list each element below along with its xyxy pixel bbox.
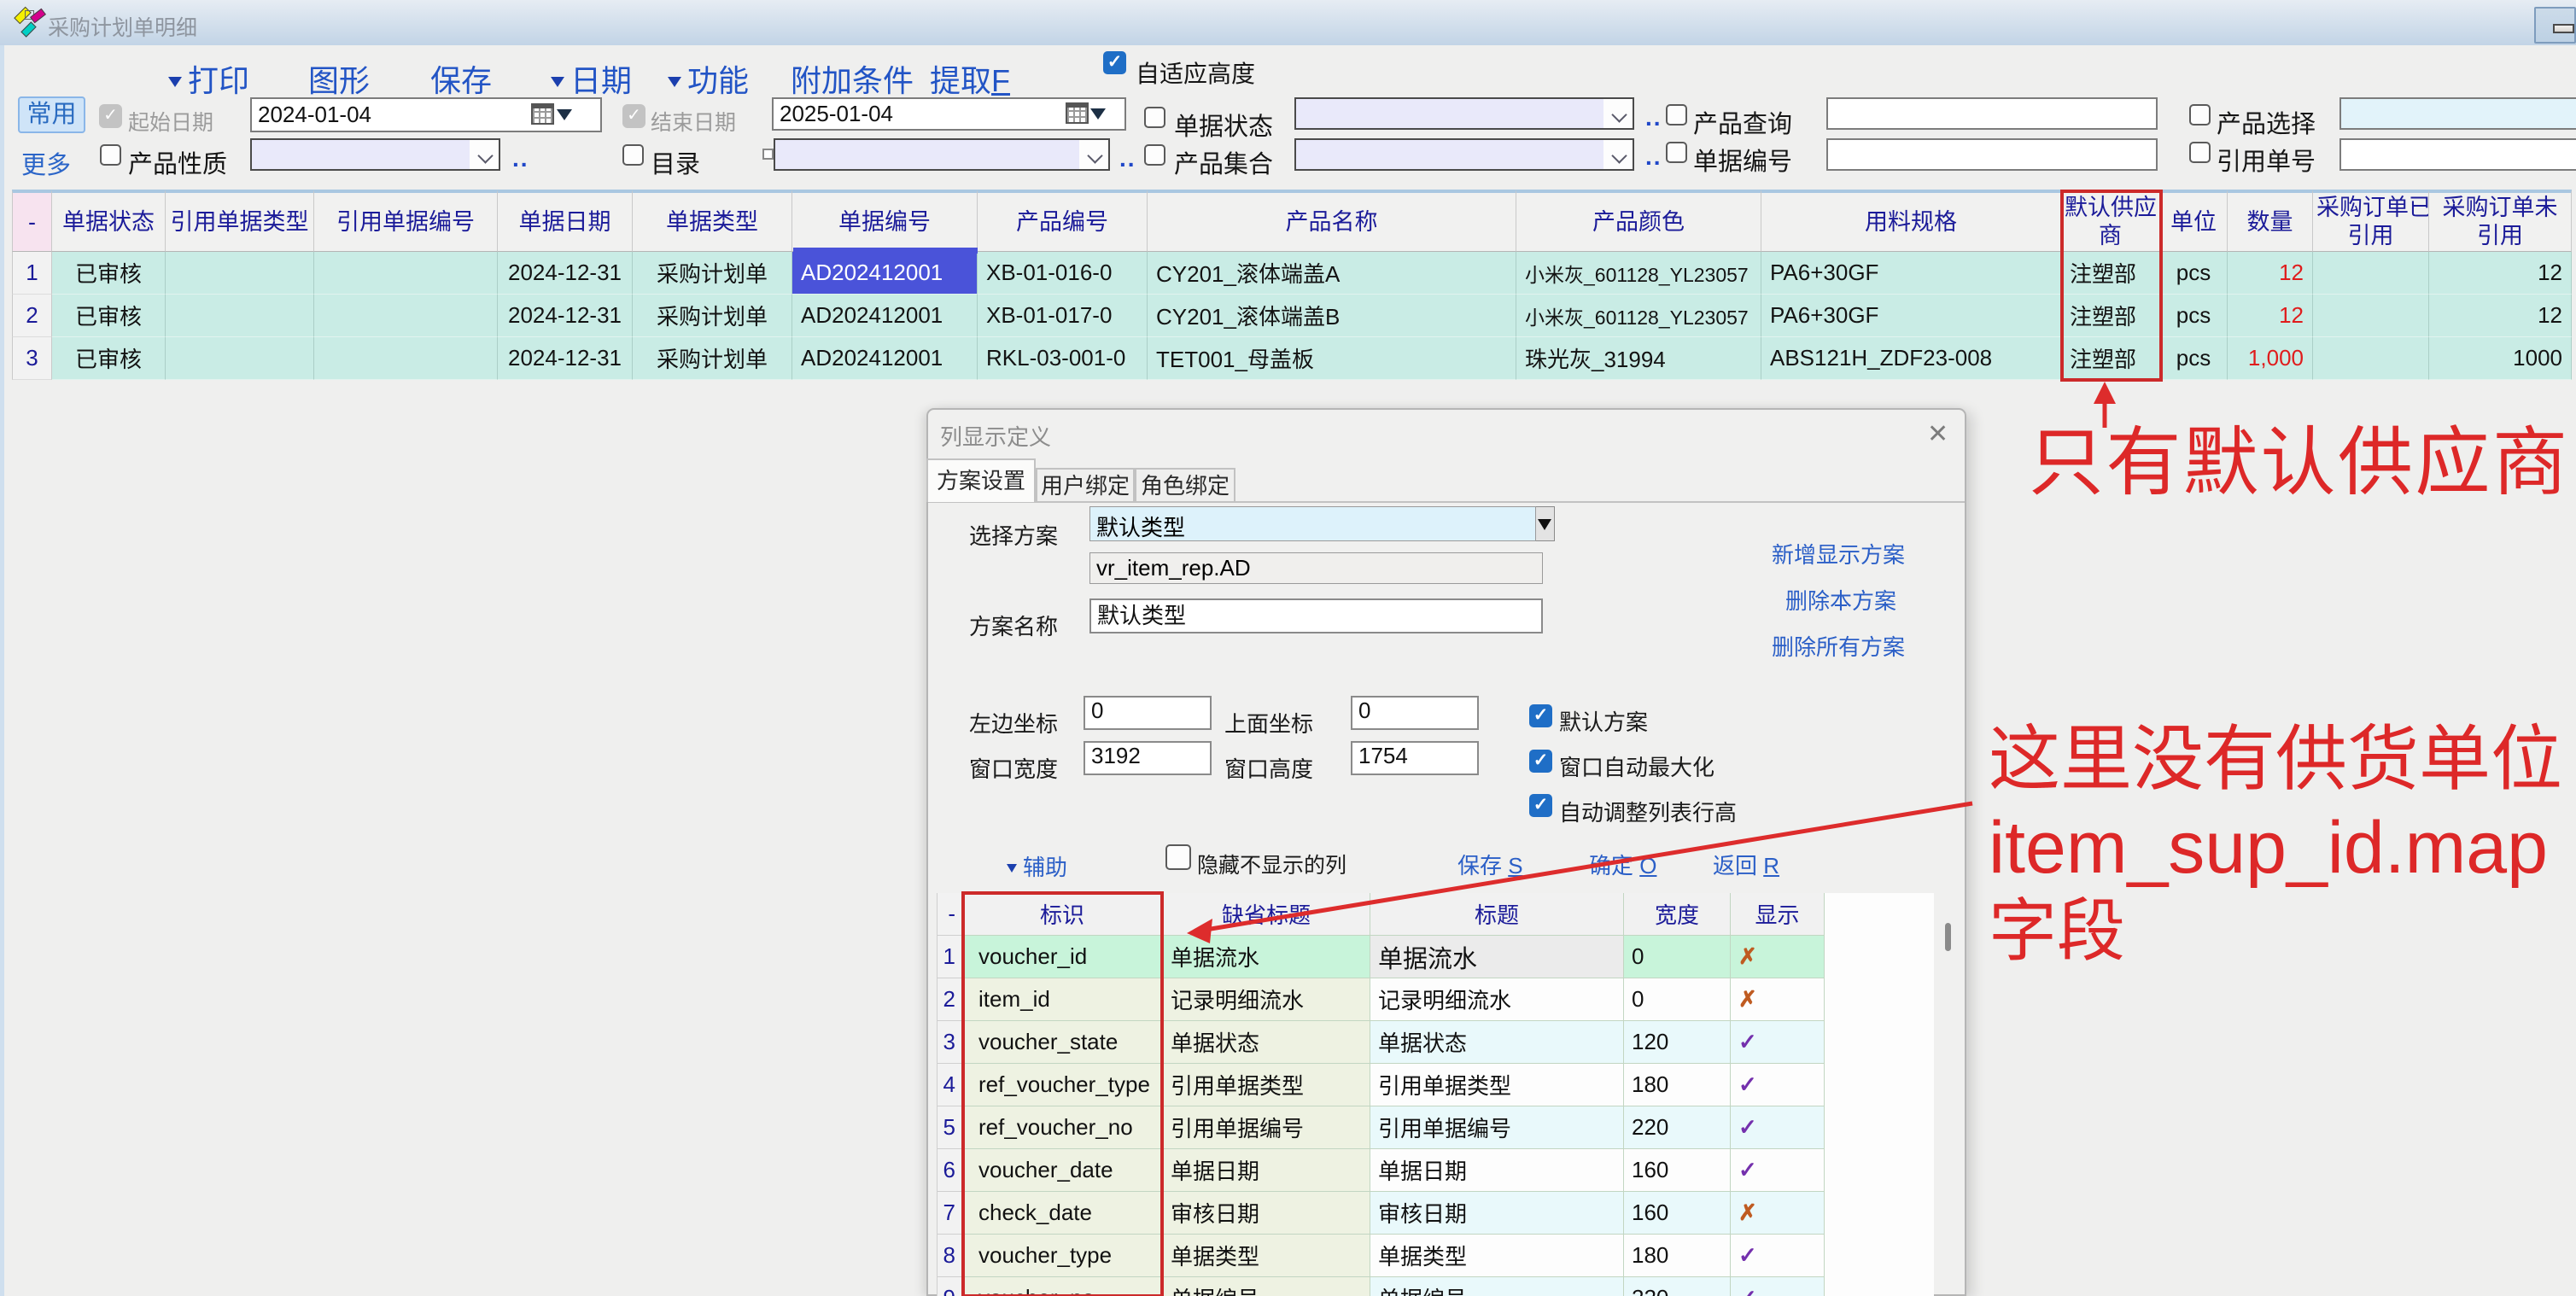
svg-text:只有默认供应商: 只有默认供应商 — [2029, 420, 2570, 505]
svg-text:item_sup_id.map: item_sup_id.map — [1989, 807, 2548, 889]
svg-text:这里没有供货单位: 这里没有供货单位 — [1989, 719, 2562, 799]
svg-text:字段: 字段 — [1989, 893, 2125, 969]
